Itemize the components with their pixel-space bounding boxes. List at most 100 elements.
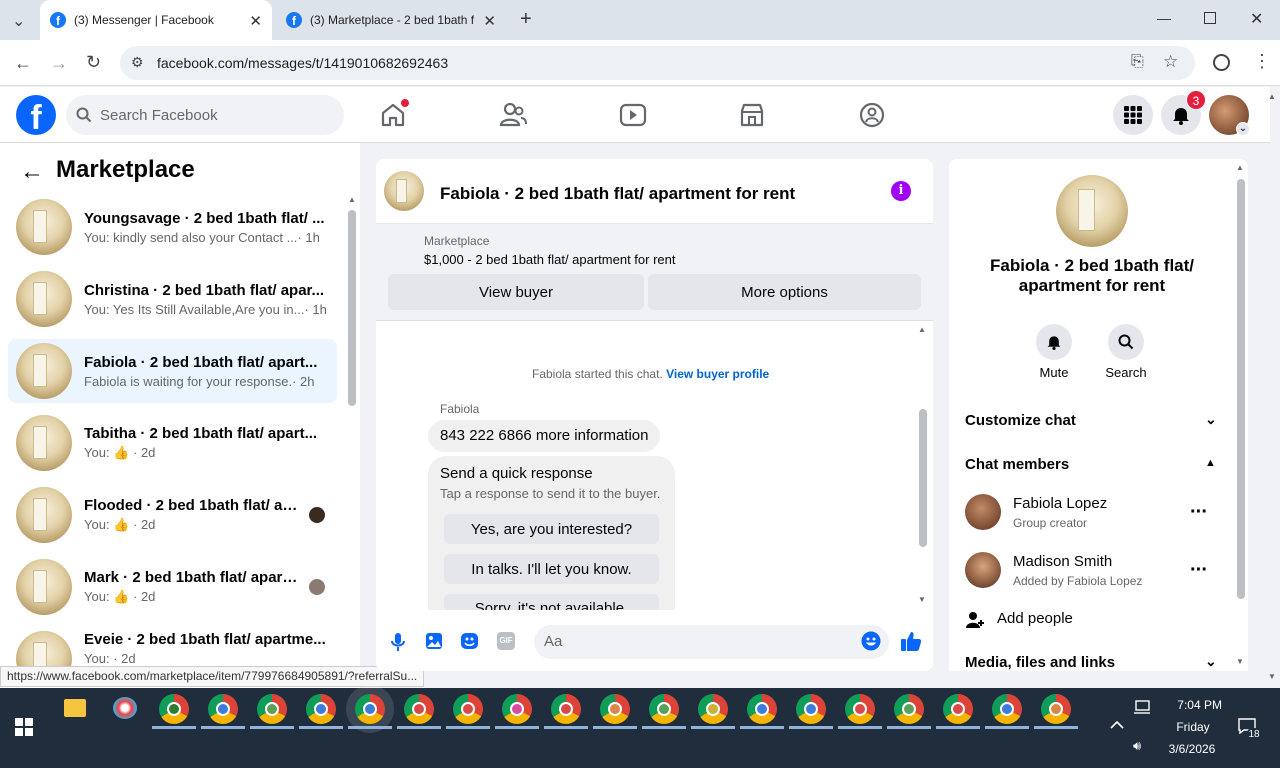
groups-icon[interactable] bbox=[856, 99, 888, 131]
tab-messenger[interactable]: f (3) Messenger | Facebook ✕ bbox=[40, 0, 272, 40]
close-tab-icon[interactable]: ✕ bbox=[483, 12, 496, 30]
details-scroll-up-icon[interactable]: ▲ bbox=[1236, 163, 1244, 172]
profile-icon[interactable] bbox=[1213, 54, 1230, 71]
chat-title[interactable]: Fabiola · 2 bed 1bath flat/ apartment fo… bbox=[440, 184, 795, 204]
chat-thumbnail[interactable] bbox=[384, 171, 424, 211]
search-in-chat-button[interactable] bbox=[1108, 324, 1144, 360]
like-thumb-icon[interactable] bbox=[900, 630, 922, 652]
media-files-links-section[interactable]: Media, files and links bbox=[965, 654, 1115, 671]
address-bar[interactable]: facebook.com/messages/t/1419010682692463 bbox=[120, 46, 1195, 80]
chrome-taskbar-icon[interactable] bbox=[348, 694, 392, 729]
new-tab-icon[interactable]: + bbox=[520, 8, 532, 31]
mute-button[interactable] bbox=[1036, 324, 1072, 360]
reload-icon[interactable]: ↻ bbox=[86, 52, 101, 73]
chat-scroll-up-icon[interactable]: ▲ bbox=[918, 325, 926, 334]
chevron-down-icon[interactable]: ⌄ bbox=[1205, 653, 1217, 670]
chrome-taskbar-icon[interactable] bbox=[299, 694, 343, 729]
conversation-item[interactable]: Youngsavage · 2 bed 1bath flat/ ... You:… bbox=[8, 195, 337, 259]
video-icon[interactable] bbox=[617, 99, 649, 131]
clock-time[interactable]: 7:04 PM bbox=[1166, 698, 1222, 712]
bookmark-star-icon[interactable]: ☆ bbox=[1163, 52, 1178, 72]
window-close-icon[interactable]: ✕ bbox=[1250, 9, 1263, 29]
chrome-taskbar-icon[interactable] bbox=[985, 694, 1029, 729]
info-icon[interactable]: i bbox=[891, 181, 911, 201]
chrome-taskbar-icon[interactable] bbox=[201, 694, 245, 729]
conversation-item[interactable]: Christina · 2 bed 1bath flat/ apar... Yo… bbox=[8, 267, 337, 331]
browser-menu-icon[interactable]: ⋮ bbox=[1253, 51, 1271, 72]
volume-icon[interactable]: 🔊︎ bbox=[1133, 738, 1141, 754]
marketplace-icon[interactable] bbox=[736, 99, 768, 131]
search-facebook-input[interactable]: Search Facebook bbox=[66, 95, 344, 135]
back-icon[interactable]: ← bbox=[14, 53, 32, 74]
clock-day[interactable]: Friday bbox=[1166, 720, 1220, 734]
minimize-icon[interactable]: — bbox=[1157, 10, 1171, 26]
facebook-logo-icon[interactable]: f bbox=[16, 95, 56, 135]
chrome-taskbar-icon[interactable] bbox=[936, 694, 980, 729]
chrome-taskbar-icon[interactable] bbox=[789, 694, 833, 729]
member-options-icon[interactable]: ··· bbox=[1190, 501, 1208, 524]
message-input[interactable]: Aa bbox=[534, 625, 889, 659]
tab-search-chevron-icon[interactable]: ⌄ bbox=[12, 11, 25, 31]
page-scroll-down-icon[interactable]: ▼ bbox=[1268, 672, 1276, 681]
member-avatar[interactable] bbox=[965, 552, 1001, 588]
scroll-up-icon[interactable]: ▲ bbox=[348, 195, 356, 204]
message-bubble[interactable]: 843 222 6866 more information bbox=[428, 420, 661, 452]
chrome-taskbar-icon[interactable] bbox=[495, 694, 539, 729]
customize-chat-section[interactable]: Customize chat bbox=[965, 412, 1076, 429]
tray-chevron-up-icon[interactable] bbox=[1110, 720, 1124, 730]
chat-scroll-down-icon[interactable]: ▼ bbox=[918, 595, 926, 604]
back-arrow-icon[interactable]: ← bbox=[20, 158, 44, 186]
paint-icon[interactable] bbox=[113, 697, 137, 719]
chrome-taskbar-icon[interactable] bbox=[544, 694, 588, 729]
friends-icon[interactable] bbox=[497, 99, 529, 131]
quick-response-option[interactable]: In talks. I'll let you know. bbox=[444, 554, 659, 584]
photo-icon[interactable] bbox=[425, 632, 443, 650]
left-scrollbar[interactable] bbox=[348, 210, 356, 406]
chrome-taskbar-icon[interactable] bbox=[887, 694, 931, 729]
close-tab-icon[interactable]: ✕ bbox=[249, 12, 262, 30]
member-avatar[interactable] bbox=[965, 494, 1001, 530]
restore-icon[interactable] bbox=[1204, 12, 1216, 24]
quick-response-option[interactable]: Sorry, it's not available. bbox=[444, 594, 659, 611]
conversation-item[interactable]: Tabitha · 2 bed 1bath flat/ apart... You… bbox=[8, 411, 337, 475]
page-scroll-up-icon[interactable]: ▲ bbox=[1268, 92, 1276, 101]
emoji-icon[interactable] bbox=[861, 631, 881, 651]
site-info-icon[interactable]: ⚙ bbox=[131, 54, 144, 71]
chrome-taskbar-icon[interactable] bbox=[152, 694, 196, 729]
member-options-icon[interactable]: ··· bbox=[1190, 559, 1208, 582]
menu-grid-button[interactable] bbox=[1113, 95, 1153, 135]
chrome-taskbar-icon[interactable] bbox=[1034, 694, 1078, 729]
chrome-taskbar-icon[interactable] bbox=[740, 694, 784, 729]
gif-icon[interactable]: GIF bbox=[497, 632, 515, 650]
file-explorer-icon[interactable] bbox=[64, 699, 86, 717]
clock-date[interactable]: 3/6/2026 bbox=[1160, 742, 1224, 756]
more-options-button[interactable]: More options bbox=[648, 274, 921, 310]
conversation-item-selected[interactable]: Fabiola · 2 bed 1bath flat/ apart... Fab… bbox=[8, 339, 337, 403]
chevron-up-icon[interactable]: ▲ bbox=[1205, 457, 1216, 469]
member-name[interactable]: Madison Smith bbox=[1013, 553, 1112, 570]
chrome-taskbar-icon[interactable] bbox=[691, 694, 735, 729]
chrome-taskbar-icon[interactable] bbox=[250, 694, 294, 729]
chevron-down-icon[interactable]: ⌄ bbox=[1205, 411, 1217, 428]
home-icon[interactable] bbox=[377, 99, 409, 131]
windows-start-icon[interactable] bbox=[15, 718, 33, 736]
quick-response-option[interactable]: Yes, are you interested? bbox=[444, 514, 659, 544]
forward-icon[interactable]: → bbox=[50, 53, 68, 74]
view-buyer-profile-link[interactable]: View buyer profile bbox=[666, 367, 769, 381]
member-name[interactable]: Fabiola Lopez bbox=[1013, 495, 1107, 512]
details-scroll-down-icon[interactable]: ▼ bbox=[1236, 657, 1244, 666]
listing-photo[interactable] bbox=[1056, 175, 1128, 247]
chrome-taskbar-icon[interactable] bbox=[838, 694, 882, 729]
listing-description[interactable]: $1,000 - 2 bed 1bath flat/ apartment for… bbox=[424, 252, 676, 267]
tab-marketplace[interactable]: f (3) Marketplace - 2 bed 1bath f ✕ bbox=[276, 0, 506, 40]
chrome-taskbar-icon[interactable] bbox=[593, 694, 637, 729]
install-app-icon[interactable]: ⎘ bbox=[1131, 53, 1144, 71]
conversation-item[interactable]: Flooded · 2 bed 1bath flat/ ap... You: 👍… bbox=[8, 483, 337, 547]
microphone-icon[interactable] bbox=[390, 632, 406, 652]
network-icon[interactable] bbox=[1133, 699, 1151, 715]
chat-members-section[interactable]: Chat members bbox=[965, 456, 1069, 473]
details-scrollbar[interactable] bbox=[1237, 179, 1245, 599]
chat-scrollbar[interactable] bbox=[919, 409, 927, 547]
add-people-button[interactable]: Add people bbox=[997, 610, 1073, 627]
chrome-taskbar-icon[interactable] bbox=[397, 694, 441, 729]
